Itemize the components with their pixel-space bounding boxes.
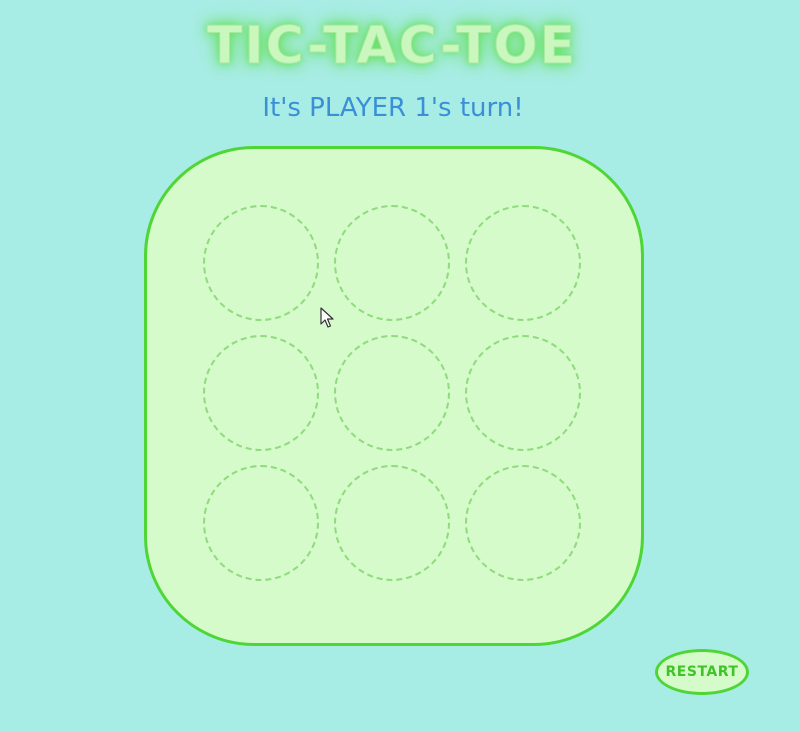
turn-indicator: It's PLAYER 1's turn! [262,93,524,123]
mouse-pointer-icon [320,307,334,328]
board-cell-4[interactable] [203,335,319,451]
board-cell-9[interactable] [465,465,581,581]
board-cell-6[interactable] [465,335,581,451]
board-cell-3[interactable] [465,205,581,321]
board-cell-5[interactable] [334,335,450,451]
board-cell-1[interactable] [203,205,319,321]
game-title: TIC-TAC-TOE [206,16,578,77]
board-cell-7[interactable] [203,465,319,581]
board-cell-8[interactable] [334,465,450,581]
board-cell-2[interactable] [334,205,450,321]
restart-button[interactable]: RESTART [655,649,749,695]
game-board [144,146,644,646]
